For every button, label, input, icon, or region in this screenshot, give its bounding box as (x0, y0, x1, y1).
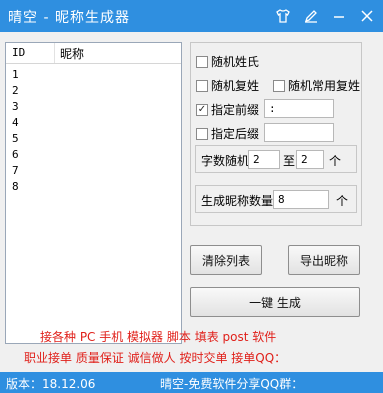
version-label: 版本：18.12.06 (6, 377, 96, 391)
suffix-option[interactable]: 指定后缀 (196, 125, 259, 142)
list-row[interactable]: 1 (12, 67, 19, 83)
app-window: 晴空 - 昵称生成器 ID 昵称 1 2 3 4 5 6 7 8 随机姓氏 随机… (0, 0, 383, 393)
char-count-label: 字数随机 (201, 154, 250, 168)
prefix-label: 指定前缀 (211, 103, 260, 117)
char-count-to-input[interactable]: 2 (296, 150, 324, 169)
random-surname-checkbox[interactable] (196, 55, 208, 68)
prefix-input[interactable]: : (264, 99, 334, 118)
random-compound-surname-label: 随机复姓 (211, 79, 260, 93)
list-row[interactable]: 2 (12, 83, 19, 99)
char-count-from-input[interactable]: 2 (248, 150, 280, 169)
window-title: 晴空 - 昵称生成器 (8, 10, 130, 26)
list-header: ID 昵称 (6, 43, 181, 64)
random-common-compound-surname-option[interactable]: 随机常用复姓 (273, 77, 360, 94)
ad-line-1: 接各种 PC 手机 模拟器 脚本 填表 post 软件 (40, 330, 277, 344)
column-separator (54, 43, 55, 63)
gen-count-unit: 个 (336, 194, 349, 208)
gen-count-label: 生成昵称数量 (201, 194, 274, 208)
column-header-id[interactable]: ID (12, 46, 25, 59)
list-row[interactable]: 6 (12, 147, 19, 163)
gen-count-input[interactable]: 8 (273, 190, 329, 209)
status-bar: 版本：18.12.06 晴空-免费软件分享QQ群： (0, 372, 383, 393)
prefix-checkbox[interactable] (196, 103, 208, 116)
qq-group-label: 晴空-免费软件分享QQ群： (160, 377, 304, 391)
random-common-compound-surname-checkbox[interactable] (273, 79, 285, 92)
minimize-icon[interactable] (329, 6, 349, 26)
list-row[interactable]: 8 (12, 179, 19, 195)
random-common-compound-surname-label: 随机常用复姓 (288, 79, 361, 93)
close-icon[interactable] (357, 6, 377, 26)
prefix-option[interactable]: 指定前缀 (196, 101, 259, 118)
suffix-checkbox[interactable] (196, 127, 208, 140)
export-nicknames-button[interactable]: 导出昵称 (288, 245, 360, 275)
column-header-nickname[interactable]: 昵称 (60, 45, 84, 62)
random-compound-surname-option[interactable]: 随机复姓 (196, 77, 259, 94)
ad-line-2: 职业接单 质量保证 诚信做人 按时交单 接单QQ： (24, 351, 287, 365)
gen-count-group: 生成昵称数量 8 个 (195, 185, 357, 213)
list-row[interactable]: 7 (12, 163, 19, 179)
list-rows: 1 2 3 4 5 6 7 8 (12, 67, 19, 195)
clear-list-button[interactable]: 清除列表 (190, 245, 262, 275)
list-row[interactable]: 4 (12, 115, 19, 131)
char-count-group: 字数随机 2 至 2 个 (195, 145, 357, 173)
suffix-label: 指定后缀 (211, 127, 260, 141)
main-panel: ID 昵称 1 2 3 4 5 6 7 8 随机姓氏 随机复姓 随机常用复姓 ✓… (0, 32, 383, 372)
random-surname-option[interactable]: 随机姓氏 (196, 53, 259, 70)
generate-button[interactable]: 一键 生成 (190, 287, 360, 317)
pen-icon[interactable] (301, 6, 321, 26)
nickname-list[interactable]: ID 昵称 1 2 3 4 5 6 7 8 (5, 42, 182, 344)
char-count-to-label: 至 (283, 154, 296, 168)
list-row[interactable]: 5 (12, 131, 19, 147)
tshirt-icon[interactable] (273, 6, 293, 26)
suffix-input[interactable] (264, 123, 334, 142)
random-compound-surname-checkbox[interactable] (196, 79, 208, 92)
random-surname-label: 随机姓氏 (211, 55, 260, 69)
list-row[interactable]: 3 (12, 99, 19, 115)
title-bar-icons (273, 6, 377, 26)
char-count-unit: 个 (329, 154, 342, 168)
title-bar[interactable]: 晴空 - 昵称生成器 (0, 0, 383, 32)
